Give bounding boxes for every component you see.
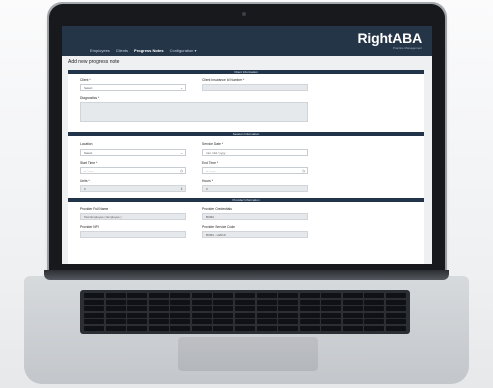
- units-value: 0: [84, 187, 86, 191]
- nav-item-progress-notes[interactable]: Progress Notes: [134, 48, 164, 53]
- progress-note-form: Client Information Client * Select ⌄ Cli…: [68, 70, 424, 264]
- clock-icon[interactable]: ◷: [302, 168, 305, 174]
- end-time-label: End Time *: [202, 161, 219, 165]
- stepper-icon[interactable]: ⇕: [180, 186, 183, 192]
- nav-item-clients[interactable]: Clients: [116, 48, 128, 53]
- units-label: Units *: [80, 179, 90, 183]
- page-title: Add new progress note: [68, 59, 120, 65]
- service-date-label: Service Date *: [202, 142, 224, 146]
- provider-service-code-field[interactable]: BCBA - H2019: [202, 231, 308, 238]
- service-date-input[interactable]: mm / dd / yyyy: [202, 149, 308, 156]
- chevron-down-icon: ⌄: [180, 86, 183, 90]
- location-label: Location: [80, 142, 93, 146]
- laptop-screen: Employees Clients Progress Notes Configu…: [62, 26, 432, 264]
- diagnostics-field[interactable]: [80, 102, 308, 122]
- provider-credentials-label: Provider Credentials: [202, 207, 232, 211]
- nav-item-employees[interactable]: Employees: [90, 48, 110, 53]
- start-time-value: -- : -- --: [84, 169, 94, 173]
- nav-item-configuration[interactable]: Configuration ▾: [170, 48, 197, 53]
- section-session-information: Session Information: [68, 132, 424, 136]
- provider-credentials-field[interactable]: BCBA: [202, 213, 308, 220]
- client-label: Client *: [80, 78, 91, 82]
- location-select[interactable]: Select ⌄: [80, 149, 186, 156]
- insurance-id-field[interactable]: [202, 84, 308, 91]
- main-nav: Employees Clients Progress Notes Configu…: [90, 48, 197, 53]
- chevron-down-icon: ⌄: [180, 151, 183, 155]
- diagnostics-label: Diagnostics *: [80, 96, 100, 100]
- start-time-input[interactable]: -- : -- -- ◷: [80, 167, 186, 174]
- hours-label: Hours *: [202, 179, 213, 183]
- start-time-label: Start Time *: [80, 161, 98, 165]
- camera-icon: [242, 12, 246, 16]
- trackpad: [178, 337, 318, 371]
- end-time-value: -- : -- --: [206, 169, 216, 173]
- section-client-information: Client Information: [68, 70, 424, 74]
- laptop-hinge: [44, 270, 449, 280]
- top-nav-bar: Employees Clients Progress Notes Configu…: [62, 26, 432, 56]
- brand-logo[interactable]: RightABA: [358, 30, 423, 46]
- location-select-value: Select: [84, 151, 93, 155]
- units-field[interactable]: 0 ⇕: [80, 185, 186, 192]
- insurance-id-label: Client Insurance Id Number *: [202, 78, 245, 82]
- clock-icon[interactable]: ◷: [180, 168, 183, 174]
- client-select-value: Select: [84, 86, 93, 90]
- provider-npi-field[interactable]: [80, 231, 186, 238]
- hours-field[interactable]: 0: [202, 185, 308, 192]
- end-time-input[interactable]: -- : -- -- ◷: [202, 167, 308, 174]
- provider-full-name-field[interactable]: Test Employee ( Employee ): [80, 213, 186, 220]
- section-provider-information: Provider Information: [68, 198, 424, 202]
- brand-tagline: Practice Management: [392, 46, 422, 50]
- provider-npi-label: Provider NPI: [80, 225, 99, 229]
- provider-full-name-label: Provider Full Name: [80, 207, 109, 211]
- client-select[interactable]: Select ⌄: [80, 84, 186, 91]
- keyboard-keys: [84, 293, 406, 331]
- provider-service-code-label: Provider Service Code: [202, 225, 235, 229]
